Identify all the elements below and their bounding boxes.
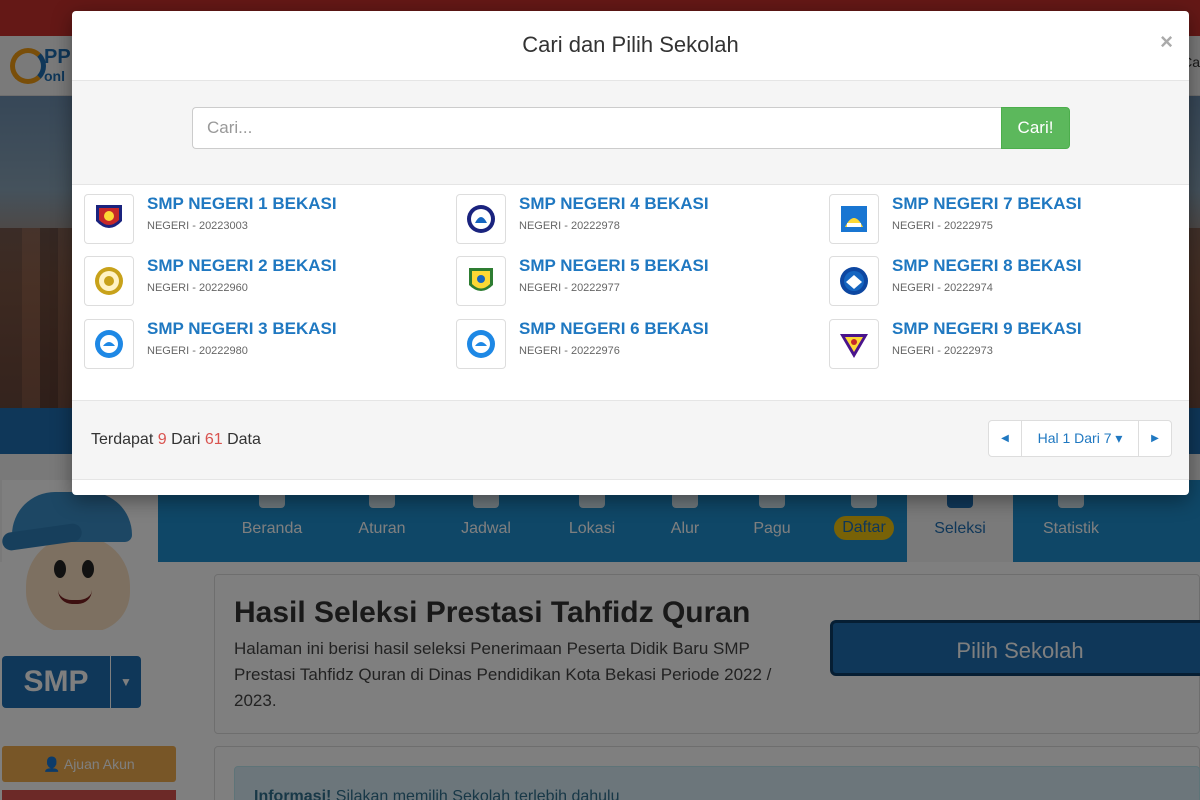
- school-code: NEGERI - 20223003: [147, 220, 248, 232]
- school-code: NEGERI - 20222975: [892, 220, 993, 232]
- modal-title: Cari dan Pilih Sekolah: [522, 32, 739, 57]
- modal-footer: Terdapat 9 Dari 61 Data ◀ Hal 1 Dari 7 ▾…: [72, 400, 1189, 480]
- school-name: SMP NEGERI 6 BEKASI: [519, 319, 709, 338]
- school-name: SMP NEGERI 4 BEKASI: [519, 194, 709, 213]
- school-logo-icon: [829, 319, 879, 369]
- count-prefix: Terdapat: [91, 431, 158, 448]
- school-name: SMP NEGERI 1 BEKASI: [147, 194, 337, 213]
- school-code: NEGERI - 20222978: [519, 220, 620, 232]
- school-logo-icon: [456, 194, 506, 244]
- school-code: NEGERI - 20222974: [892, 282, 993, 294]
- school-name: SMP NEGERI 7 BEKASI: [892, 194, 1082, 213]
- result-count: Terdapat 9 Dari 61 Data: [91, 431, 261, 449]
- school-item[interactable]: SMP NEGERI 9 BEKASI NEGERI - 20222973: [817, 311, 1177, 369]
- school-name: SMP NEGERI 3 BEKASI: [147, 319, 337, 338]
- pagination: ◀ Hal 1 Dari 7 ▾ ▶: [988, 420, 1172, 457]
- school-item[interactable]: SMP NEGERI 4 BEKASI NEGERI - 20222978: [444, 186, 804, 244]
- search-area: Cari!: [72, 81, 1189, 185]
- school-item[interactable]: SMP NEGERI 2 BEKASI NEGERI - 20222960: [72, 248, 432, 306]
- next-page-icon[interactable]: ▶: [1139, 421, 1171, 456]
- count-middle: Dari: [166, 431, 205, 448]
- school-logo-icon: [456, 319, 506, 369]
- school-logo-icon: [829, 256, 879, 306]
- school-item[interactable]: SMP NEGERI 8 BEKASI NEGERI - 20222974: [817, 248, 1177, 306]
- school-name: SMP NEGERI 2 BEKASI: [147, 256, 337, 275]
- school-name: SMP NEGERI 9 BEKASI: [892, 319, 1082, 338]
- school-logo-icon: [84, 319, 134, 369]
- school-logo-icon: [456, 256, 506, 306]
- search-button[interactable]: Cari!: [1001, 107, 1070, 149]
- school-item[interactable]: SMP NEGERI 1 BEKASI NEGERI - 20223003: [72, 186, 432, 244]
- close-icon[interactable]: ×: [1160, 29, 1173, 55]
- school-logo-icon: [829, 194, 879, 244]
- search-input[interactable]: [192, 107, 1002, 149]
- school-item[interactable]: SMP NEGERI 6 BEKASI NEGERI - 20222976: [444, 311, 804, 369]
- school-name: SMP NEGERI 8 BEKASI: [892, 256, 1082, 275]
- school-code: NEGERI - 20222976: [519, 345, 620, 357]
- prev-page-icon[interactable]: ◀: [989, 421, 1021, 456]
- modal-header: Cari dan Pilih Sekolah ×: [72, 11, 1189, 81]
- school-item[interactable]: SMP NEGERI 3 BEKASI NEGERI - 20222980: [72, 311, 432, 369]
- page-select-dropdown[interactable]: Hal 1 Dari 7 ▾: [1021, 421, 1139, 456]
- school-list: SMP NEGERI 1 BEKASI NEGERI - 20223003 SM…: [72, 186, 1189, 401]
- count-shown: 9: [157, 431, 167, 448]
- school-code: NEGERI - 20222980: [147, 345, 248, 357]
- school-picker-modal: Cari dan Pilih Sekolah × Cari! SMP NEGER…: [72, 11, 1189, 495]
- school-name: SMP NEGERI 5 BEKASI: [519, 256, 709, 275]
- school-code: NEGERI - 20222973: [892, 345, 993, 357]
- school-code: NEGERI - 20222960: [147, 282, 248, 294]
- count-suffix: Data: [222, 431, 261, 448]
- school-logo-icon: [84, 256, 134, 306]
- school-item[interactable]: SMP NEGERI 5 BEKASI NEGERI - 20222977: [444, 248, 804, 306]
- school-item[interactable]: SMP NEGERI 7 BEKASI NEGERI - 20222975: [817, 186, 1177, 244]
- count-total: 61: [204, 431, 223, 448]
- school-code: NEGERI - 20222977: [519, 282, 620, 294]
- school-logo-icon: [84, 194, 134, 244]
